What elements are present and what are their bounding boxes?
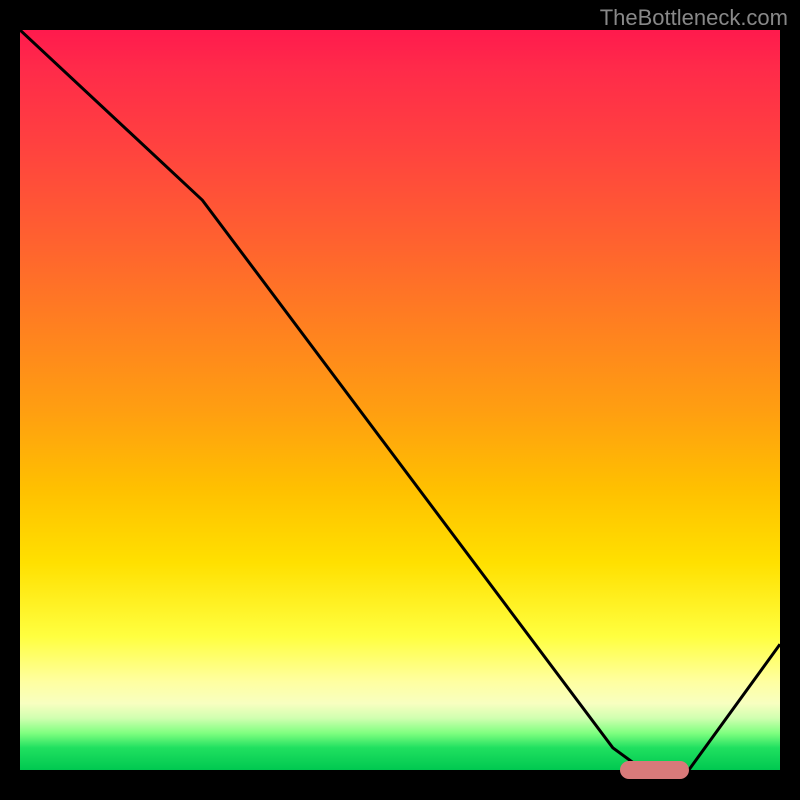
curve-path [20,30,780,770]
optimal-marker [620,761,688,779]
attribution-text: TheBottleneck.com [600,5,788,31]
chart-container: TheBottleneck.com [0,0,800,800]
curve-svg [20,30,780,770]
